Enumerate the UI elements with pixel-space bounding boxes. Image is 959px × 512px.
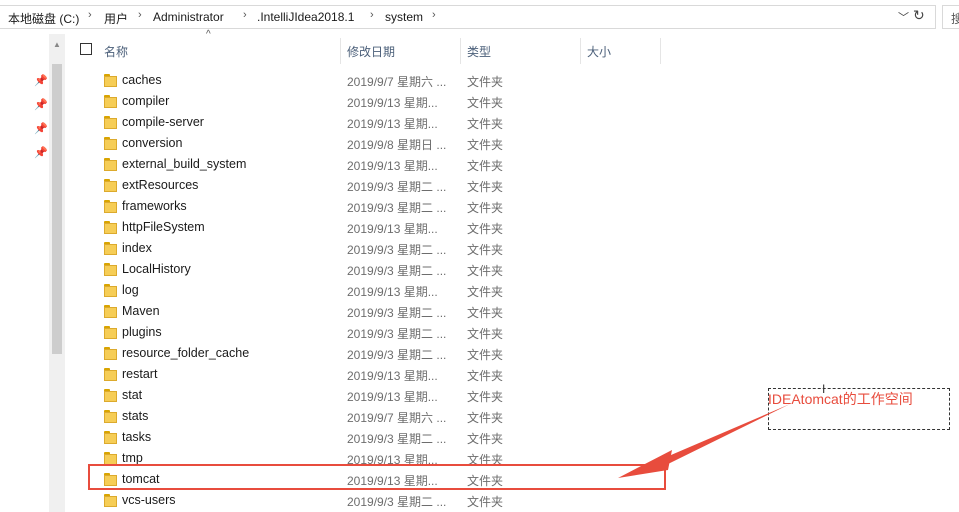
annotation-arrow (618, 404, 790, 478)
